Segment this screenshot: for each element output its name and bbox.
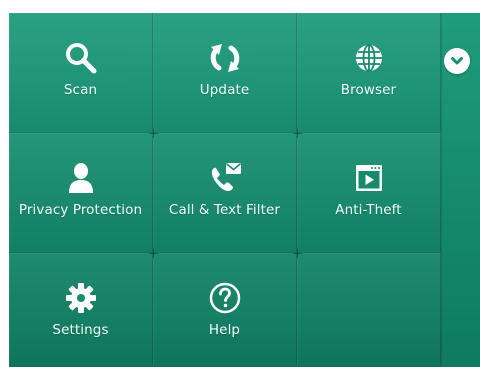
- update-tile[interactable]: Update: [153, 13, 297, 133]
- call-text-filter-label: Call & Text Filter: [168, 202, 281, 218]
- phone-message-icon: [207, 160, 243, 196]
- grid-mark: [149, 129, 158, 138]
- chevron-down-icon: [449, 53, 465, 69]
- feature-grid: Scan Update Browser Privacy Protection C…: [9, 13, 441, 367]
- scan-tile[interactable]: Scan: [9, 13, 153, 133]
- scan-label: Scan: [63, 82, 98, 98]
- refresh-icon: [207, 40, 243, 76]
- globe-icon: [351, 40, 387, 76]
- anti-theft-tile[interactable]: Anti-Theft: [297, 133, 441, 253]
- browser-tile[interactable]: Browser: [297, 13, 441, 133]
- help-icon: [207, 280, 243, 316]
- update-label: Update: [199, 82, 250, 98]
- empty-tile: [297, 253, 441, 367]
- help-tile[interactable]: Help: [153, 253, 297, 367]
- privacy-protection-tile[interactable]: Privacy Protection: [9, 133, 153, 253]
- privacy-protection-label: Privacy Protection: [18, 202, 143, 218]
- help-label: Help: [208, 322, 241, 338]
- call-text-filter-tile[interactable]: Call & Text Filter: [153, 133, 297, 253]
- grid-mark: [293, 249, 302, 258]
- window-play-icon: [351, 160, 387, 196]
- gear-icon: [63, 280, 99, 316]
- person-icon: [63, 160, 99, 196]
- browser-label: Browser: [340, 82, 397, 98]
- settings-label: Settings: [52, 322, 109, 338]
- main-menu-panel: Scan Update Browser Privacy Protection C…: [9, 13, 480, 367]
- grid-mark: [293, 129, 302, 138]
- expand-button[interactable]: [444, 48, 470, 74]
- search-icon: [63, 40, 99, 76]
- grid-mark: [149, 249, 158, 258]
- settings-tile[interactable]: Settings: [9, 253, 153, 367]
- anti-theft-label: Anti-Theft: [335, 202, 402, 218]
